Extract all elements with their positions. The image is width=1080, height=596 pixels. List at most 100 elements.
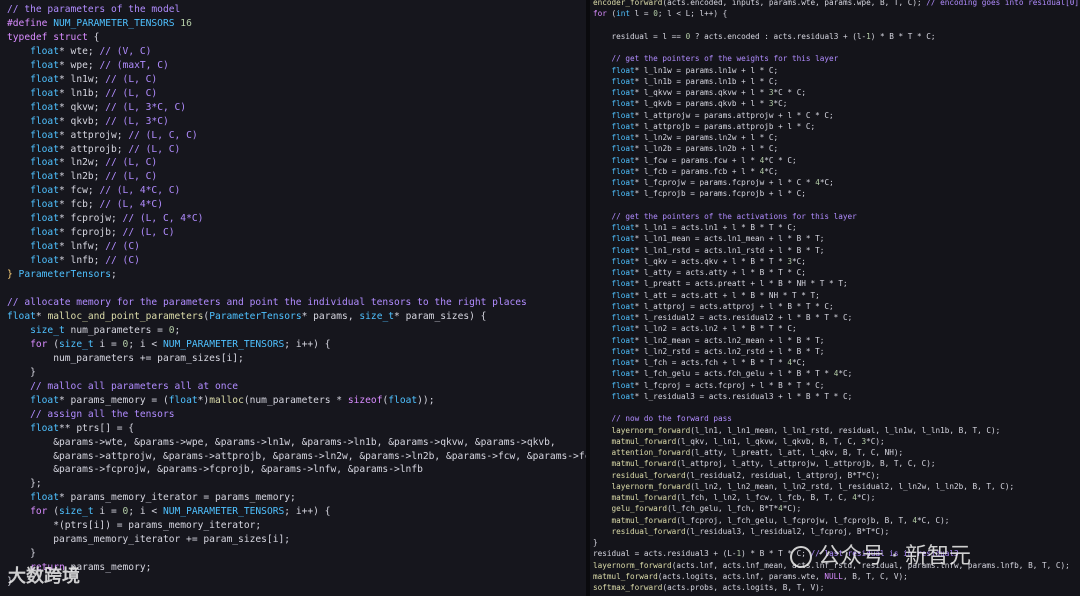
code-token: ; i++) {	[284, 338, 331, 350]
watermark-left-text: 大数跨境	[8, 566, 80, 587]
code-token: (l_residual3, l_residual2, l_fcproj, B*T…	[685, 526, 890, 536]
code-token: float	[611, 121, 635, 131]
code-token: NULL	[824, 571, 843, 581]
code-token: // (L, C)	[105, 157, 158, 169]
code-token: float	[611, 391, 635, 401]
code-token: residual = l ==	[593, 31, 686, 41]
code-token: int	[616, 9, 631, 19]
code-line: }	[7, 547, 586, 561]
code-line: matmul_forward(l_fch, l_ln2, l_fcw, l_fc…	[593, 492, 1079, 503]
code-line: float* fcprojb; // (L, C)	[7, 226, 586, 240]
code-token: (	[47, 506, 59, 518]
code-token: float	[30, 227, 59, 239]
code-token: matmul_forward	[611, 515, 677, 525]
code-token: // now do the forward pass	[611, 414, 732, 424]
code-line: float* lnfw; // (C)	[7, 240, 586, 254]
code-token: float	[611, 279, 635, 289]
code-line: float* l_residual2 = acts.residual2 + l …	[593, 312, 1079, 323]
code-token: float	[30, 199, 59, 211]
code-line: float* fcprojw; // (L, C, 4*C)	[7, 212, 586, 226]
code-token: l =	[630, 9, 654, 19]
code-token: // (L, C)	[122, 227, 175, 239]
code-line: float* ln2w; // (L, C)	[7, 156, 586, 170]
code-line: // assign all the tensors	[7, 408, 586, 422]
code-token: * l_fcprojb = params.fcprojb + l * C;	[634, 189, 806, 199]
code-token: float	[611, 155, 635, 165]
code-token: ; i <	[128, 338, 163, 350]
code-token: // (L, 4*C)	[99, 199, 163, 211]
code-token: *C);	[856, 493, 876, 502]
code-token: * wpe;	[59, 59, 100, 71]
code-line: float* l_ln2_mean = acts.ln2_mean + l * …	[593, 335, 1079, 346]
code-token: float	[611, 178, 635, 187]
code-token: * l_ln2w = params.ln2w + l * C;	[634, 133, 779, 142]
code-token: NUM_PARAMETER_TENSORS	[162, 506, 285, 518]
code-token: // (L, C, 4*C)	[122, 213, 204, 225]
code-token: * attprojw;	[59, 129, 129, 141]
code-token: *C;	[838, 369, 853, 379]
code-token: float	[30, 87, 59, 99]
code-token: (acts.probs, acts.logits, B, T, V);	[662, 583, 825, 592]
code-line: float* l_ln1_mean = acts.ln1_mean + l * …	[593, 233, 1079, 244]
code-token: * lnfw;	[59, 241, 106, 253]
code-token: 16	[174, 17, 192, 29]
right-code-editor[interactable]: encoder_forward(acts.encoded, inputs, pa…	[590, 0, 1080, 596]
code-token: // (C)	[105, 255, 140, 267]
code-token: (l_ln2, l_ln2_mean, l_ln2_rstd, l_residu…	[690, 481, 1015, 491]
code-token: matmul_forward	[611, 493, 677, 502]
code-line: float* l_attproj = acts.attproj + l * B …	[593, 301, 1079, 312]
code-token: malloc_and_point_parameters	[47, 310, 204, 322]
code-token: ? acts.encoded : acts.residual3 + (l-	[690, 31, 867, 41]
code-token: {	[87, 31, 100, 43]
code-token: (l_atty, l_preatt, l_att, l_qkv, B, T, C…	[690, 448, 904, 457]
code-line: float* l_ln2w = params.ln2w + l * C;	[593, 132, 1079, 143]
code-token: ParameterTensors	[12, 269, 111, 281]
code-token: * ln1w;	[59, 73, 106, 85]
code-line: float* attprojw; // (L, C, C)	[7, 129, 586, 143]
code-token: * ln2b;	[59, 171, 106, 183]
code-token: * l_fcw = params.fcw + l *	[634, 155, 760, 165]
code-token: float	[611, 88, 635, 97]
code-token: float	[30, 157, 59, 169]
code-token: // (L, 4*C, C)	[99, 185, 181, 197]
code-token: (acts.logits, acts.lnf, params.wte,	[657, 571, 825, 581]
code-line: float* l_fch_gelu = acts.fch_gelu + l * …	[593, 368, 1079, 379]
code-token: , B, T, C, V);	[842, 571, 908, 581]
code-line: float* l_fcb = params.fcb + l * 4*C;	[593, 166, 1079, 177]
left-code-editor[interactable]: // the parameters of the model #define NU…	[0, 0, 586, 596]
code-token: float	[611, 346, 635, 356]
code-line: attention_forward(l_atty, l_preatt, l_at…	[593, 447, 1079, 458]
watermark-left: 大数跨境	[8, 562, 80, 588]
code-token: *C;	[792, 256, 806, 266]
code-line: float* l_ln2 = acts.ln2 + l * B * T * C;	[593, 323, 1079, 334]
code-token: // (L, 3*C)	[105, 115, 169, 127]
code-token: ; i <	[128, 506, 163, 518]
code-line: float* qkvw; // (L, 3*C, C)	[7, 101, 586, 115]
code-line: float* l_fcw = params.fcw + l * 4*C * C;	[593, 155, 1079, 166]
code-line: size_t num_parameters = 0;	[7, 324, 586, 338]
code-line: float* l_ln1w = params.ln1w + l * C;	[593, 65, 1079, 76]
code-token: // (L, C)	[105, 171, 158, 183]
code-token: float	[168, 394, 198, 406]
code-token: float	[611, 65, 635, 75]
code-token: * attprojb;	[59, 143, 129, 155]
code-token: // get the pointers of the activations f…	[611, 211, 857, 221]
